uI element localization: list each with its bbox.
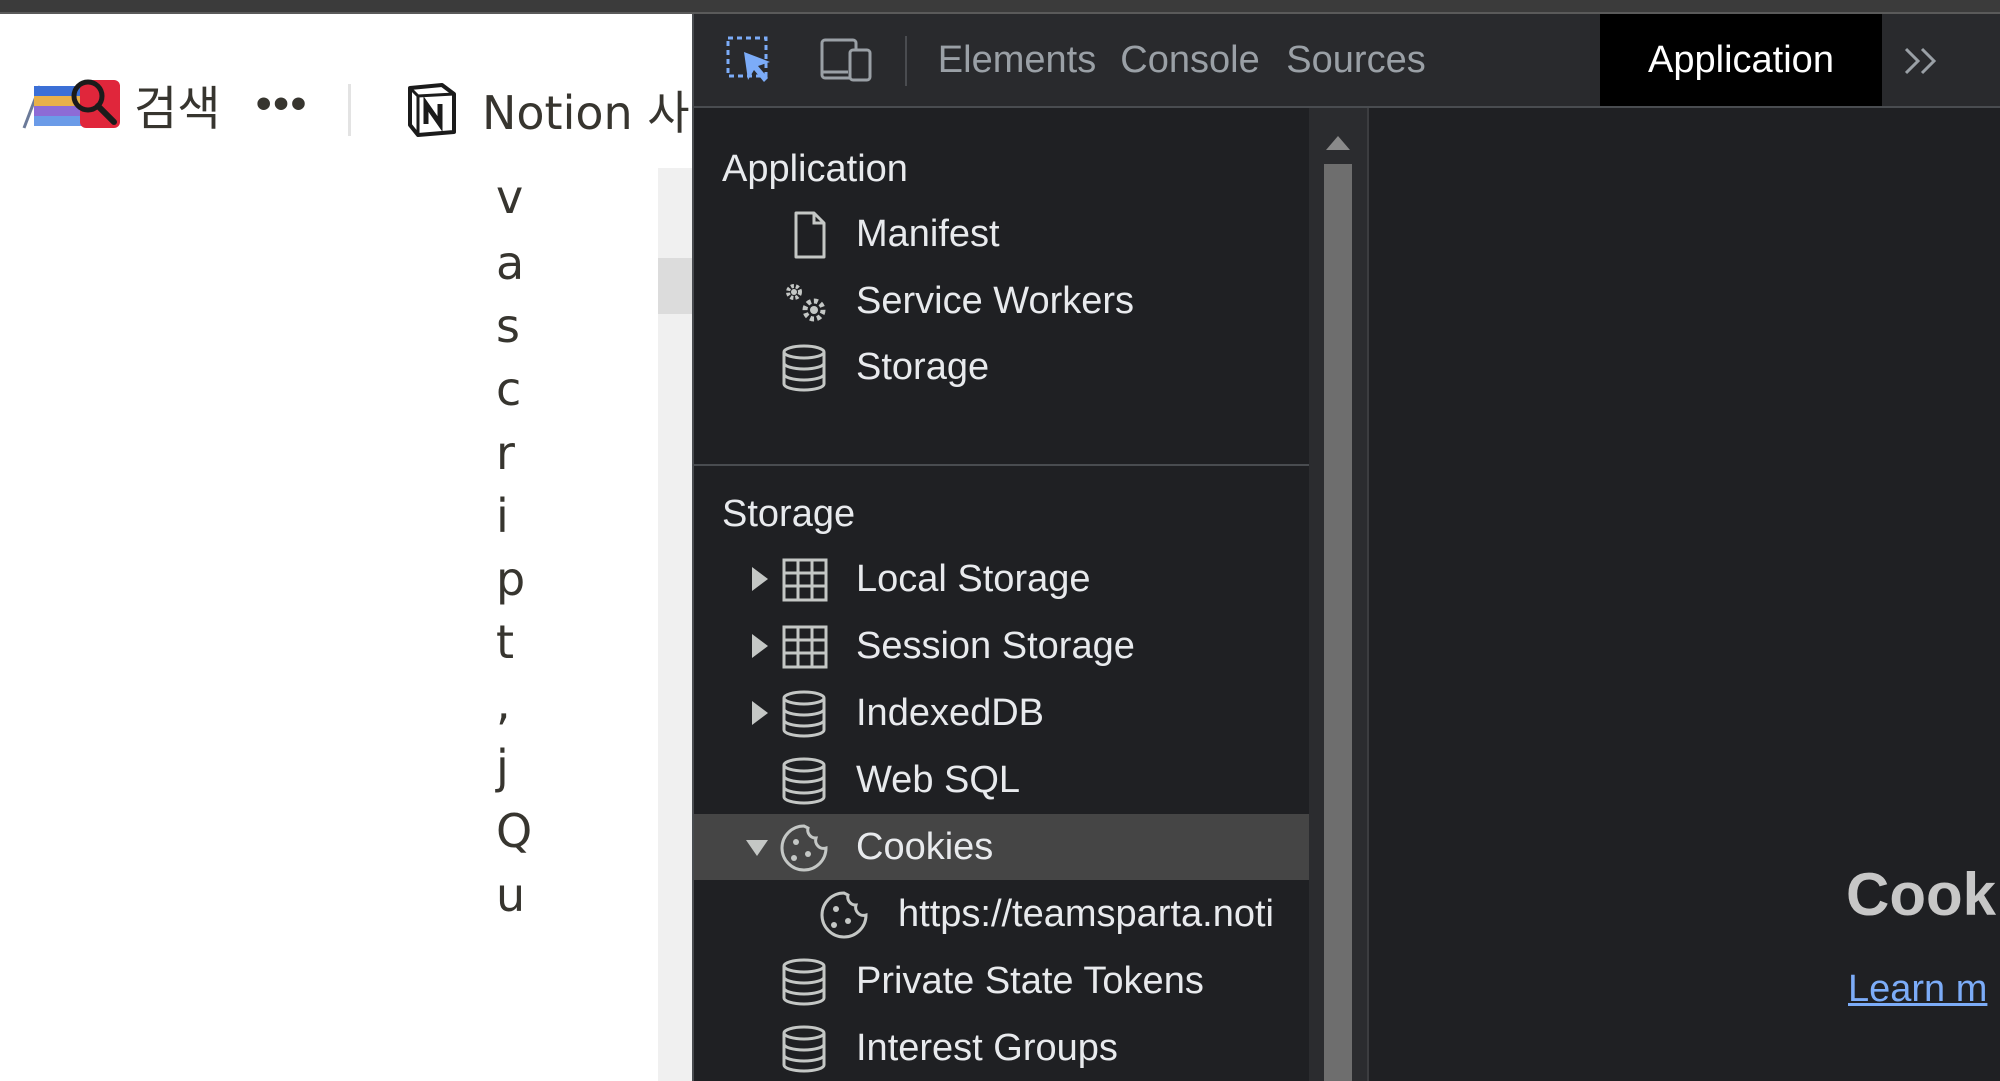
sidebar-item-storage[interactable]: Storage (694, 334, 1309, 400)
device-toolbar-button[interactable] (814, 30, 878, 90)
sidebar-item-label: Local Storage (856, 558, 1091, 600)
cookies-empty-heading: Cook (1846, 861, 1996, 928)
chevron-double-right-icon (1904, 47, 1937, 75)
cookies-main-pane: Cook Learn m (1369, 108, 2000, 1081)
tab-console[interactable]: Console (1108, 14, 1272, 106)
sidebar-item-private-state-tokens[interactable]: Private State Tokens (694, 948, 1309, 1014)
sidebar-item-local-storage[interactable]: Local Storage (694, 546, 1309, 612)
sidebar-item-cookie-origin[interactable]: https://teamsparta.noti (694, 881, 1309, 947)
sidebar-item-label: Private State Tokens (856, 960, 1204, 1002)
database-icon (782, 344, 826, 392)
cookie-icon (780, 824, 828, 872)
sidebar-item-label: IndexedDB (856, 692, 1045, 734)
expand-arrow-icon[interactable] (746, 631, 772, 661)
tab-elements[interactable]: Elements (928, 14, 1106, 106)
vertical-char: i (496, 489, 509, 543)
inspect-element-button[interactable] (718, 30, 782, 90)
vertical-char: j (496, 740, 509, 794)
section-title-storage: Storage (722, 493, 856, 535)
tab-sources[interactable]: Sources (1274, 14, 1438, 106)
window-top-strip (0, 0, 2000, 14)
sidebar-item-web-sql[interactable]: Web SQL (694, 747, 1309, 813)
sidebar-item-interest-groups[interactable]: Interest Groups (694, 1015, 1309, 1081)
expand-arrow-icon[interactable] (746, 698, 772, 728)
search-label: 검색 (134, 81, 221, 137)
learn-more-link[interactable]: Learn m (1848, 968, 1987, 1011)
vertical-char: a (496, 236, 525, 290)
devtools-panel: Elements Console Sources Application App… (692, 14, 2000, 1081)
cookie-icon (820, 891, 868, 939)
section-title-application: Application (722, 148, 908, 190)
sidebar-item-label: Manifest (856, 213, 1000, 255)
sidebar-item-indexeddb[interactable]: IndexedDB (694, 680, 1309, 746)
vertical-char: r (496, 426, 515, 480)
inspect-icon (726, 36, 770, 82)
database-icon (782, 757, 826, 805)
sidebar-item-session-storage[interactable]: Session Storage (694, 613, 1309, 679)
scroll-up-arrow-icon[interactable] (1321, 126, 1355, 160)
vertical-char: s (496, 299, 520, 353)
gears-icon (786, 284, 826, 322)
vertical-char: v (496, 170, 524, 224)
vertical-char: c (496, 362, 522, 416)
toolbar-divider (348, 84, 351, 136)
database-icon (782, 690, 826, 738)
sidebar-item-label: Session Storage (856, 625, 1135, 667)
table-icon (782, 625, 828, 669)
database-icon (782, 958, 826, 1006)
table-icon (782, 558, 828, 602)
search-button[interactable]: 검색 (22, 64, 220, 144)
sidebar-item-service-workers[interactable]: Service Workers (694, 268, 1309, 334)
vertical-char: u (496, 868, 526, 922)
collapse-arrow-icon[interactable] (744, 832, 770, 862)
application-sidebar: Application Manifest Service Workers Sto… (694, 108, 1309, 1081)
notion-link[interactable]: Notion 사 (402, 70, 690, 150)
sidebar-scrollbar-thumb[interactable] (1324, 164, 1352, 1081)
vertical-char: , (496, 676, 511, 730)
vertical-char: p (496, 552, 526, 606)
sidebar-item-manifest[interactable]: Manifest (694, 201, 1309, 267)
section-divider (694, 464, 1309, 466)
sidebar-item-label: Cookies (856, 826, 994, 868)
sidebar-item-label: Storage (856, 346, 990, 388)
expand-arrow-icon[interactable] (746, 564, 772, 594)
sidebar-item-cookies[interactable]: Cookies (694, 814, 1309, 880)
tab-divider (905, 36, 907, 86)
page-toolbar: 검색 ••• Notion 사 (0, 14, 692, 164)
notion-page-title: Notion 사 (482, 86, 690, 140)
database-icon (782, 1025, 826, 1073)
notion-logo-icon (408, 83, 456, 137)
sidebar-item-label: Web SQL (856, 759, 1021, 801)
sidebar-item-label: https://teamsparta.noti (898, 893, 1274, 935)
vertical-char: Q (496, 804, 533, 858)
page-scrollbar-thumb[interactable] (658, 258, 692, 314)
notion-page: 검색 ••• Notion 사 v a s c r i p t , j Q u (0, 14, 692, 1081)
sidebar-item-label: Service Workers (856, 280, 1135, 322)
vertical-char: t (496, 615, 515, 669)
more-tabs-button[interactable] (1892, 36, 1952, 86)
more-options-button[interactable]: ••• (256, 74, 308, 134)
document-icon (794, 211, 826, 259)
devtools-tab-bar: Elements Console Sources Application (694, 14, 2000, 108)
device-toggle-icon (820, 38, 872, 82)
sidebar-item-label: Interest Groups (856, 1027, 1118, 1069)
books-search-icon (22, 64, 128, 144)
tab-application[interactable]: Application (1600, 14, 1882, 106)
